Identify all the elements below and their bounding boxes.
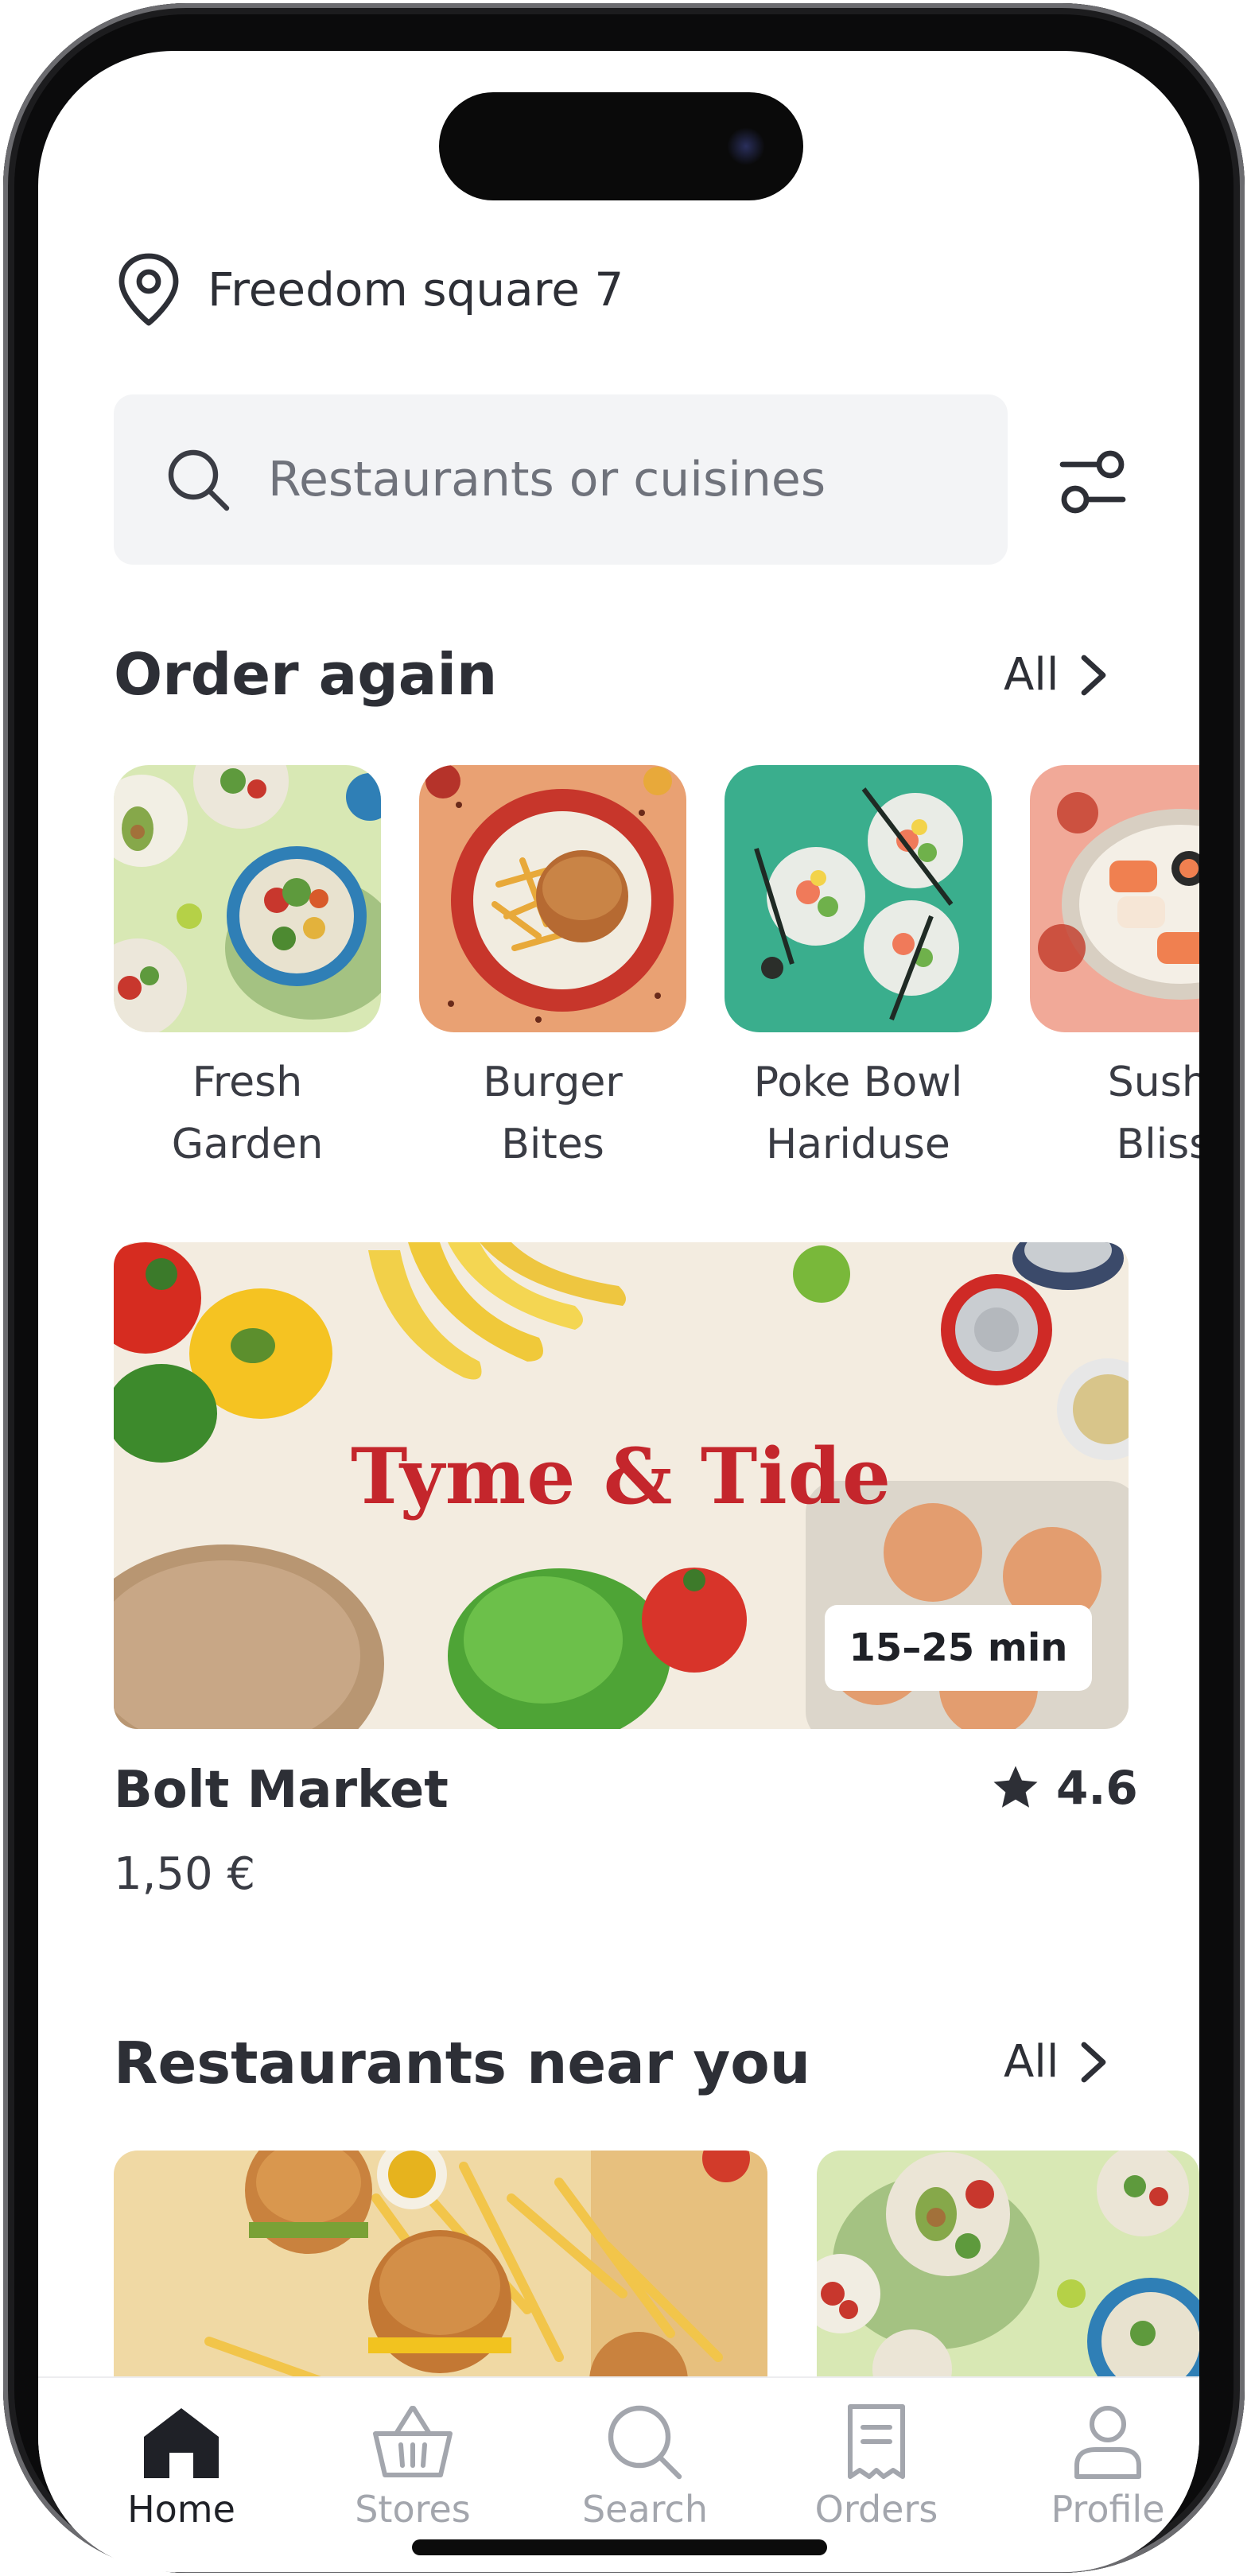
order-again-label: Fresh Garden <box>171 1059 324 1168</box>
search-icon <box>608 2405 682 2480</box>
phone-frame: Freedom square 7 Restaurants or cuisines… <box>3 3 1245 2573</box>
order-again-label: Poke Bowl Hariduse <box>753 1059 963 1168</box>
restaurants-near-you-title: Restaurants near you <box>114 2030 810 2096</box>
burger-plate-image <box>419 765 686 1032</box>
search-bar[interactable]: Restaurants or cuisines <box>114 394 1008 565</box>
order-again-label: Burger Bites <box>483 1059 623 1168</box>
all-label: All <box>1004 649 1059 701</box>
order-again-item-burger-bites[interactable] <box>419 765 686 1032</box>
chevron-right-icon <box>1082 655 1106 695</box>
nav-orders[interactable]: Orders <box>797 2402 956 2531</box>
delivery-location[interactable]: Freedom square 7 <box>114 250 624 329</box>
home-icon <box>144 2408 219 2478</box>
salads-image <box>817 2151 1199 2381</box>
location-address: Freedom square 7 <box>208 262 624 317</box>
nav-profile[interactable]: Profile <box>1028 2402 1187 2531</box>
order-again-label: Sushi Bliss <box>1107 1059 1199 1168</box>
store-name[interactable]: Bolt Market <box>114 1761 449 1820</box>
receipt-icon <box>848 2404 905 2479</box>
store-rating: 4.6 <box>989 1761 1138 1815</box>
restaurants-all-link[interactable]: All <box>1004 2036 1111 2088</box>
bolt-market-banner[interactable]: Tyme & Tide 15–25 min <box>114 1242 1129 1729</box>
burgers-fries-image <box>114 2151 767 2381</box>
order-again-item-sushi-bliss[interactable] <box>1030 765 1199 1032</box>
nav-search-label: Search <box>581 2488 709 2531</box>
device-background: Freedom square 7 Restaurants or cuisines… <box>0 0 1251 2576</box>
front-camera <box>727 127 765 165</box>
restaurant-card-salads[interactable] <box>817 2151 1199 2381</box>
search-input[interactable]: Restaurants or cuisines <box>268 452 826 507</box>
rating-value: 4.6 <box>1056 1761 1138 1815</box>
person-icon <box>1074 2406 1141 2479</box>
order-again-title: Order again <box>114 641 498 708</box>
all-label: All <box>1004 2036 1059 2088</box>
chevron-right-icon <box>1082 2042 1106 2082</box>
star-icon <box>993 1766 1038 1808</box>
order-again-item-poke-bowl[interactable] <box>725 765 992 1032</box>
home-indicator[interactable] <box>412 2539 827 2555</box>
salad-bowls-image <box>114 765 381 1032</box>
app-screen: Freedom square 7 Restaurants or cuisines… <box>38 51 1199 2572</box>
poke-bowls-image <box>725 765 992 1032</box>
nav-profile-label: Profile <box>1051 2488 1165 2531</box>
basket-icon <box>373 2406 453 2477</box>
nav-home-label: Home <box>127 2488 235 2531</box>
nav-stores[interactable]: Stores <box>333 2402 492 2531</box>
nav-search[interactable]: Search <box>565 2402 725 2531</box>
order-again-all-link[interactable]: All <box>1004 649 1111 701</box>
filter-sliders-icon[interactable] <box>1056 449 1129 517</box>
dynamic-island <box>439 92 803 200</box>
restaurant-card-burgers[interactable] <box>114 2151 767 2381</box>
order-again-item-fresh-garden[interactable] <box>114 765 381 1032</box>
nav-orders-label: Orders <box>814 2488 938 2531</box>
promo-brand-name: Tyme & Tide <box>351 1432 892 1521</box>
delivery-time-badge: 15–25 min <box>825 1605 1092 1691</box>
location-pin-icon <box>118 253 179 326</box>
delivery-fee: 1,50 € <box>114 1848 256 1900</box>
nav-stores-label: Stores <box>355 2488 471 2531</box>
nav-home[interactable]: Home <box>102 2402 261 2531</box>
search-icon <box>168 449 230 511</box>
sushi-plate-image <box>1030 765 1199 1032</box>
